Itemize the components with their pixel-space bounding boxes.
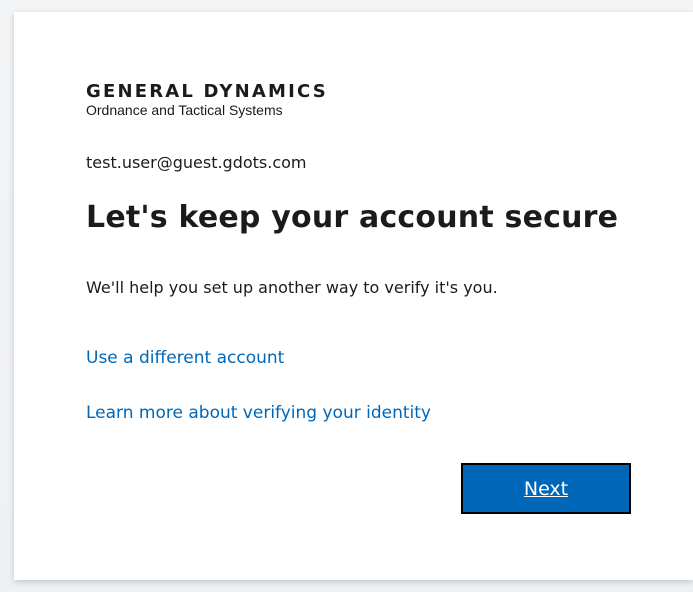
use-different-account-link[interactable]: Use a different account [86,348,284,368]
company-logo: GENERAL DYNAMICS Ordnance and Tactical S… [86,81,328,119]
next-button[interactable]: Next [461,463,631,514]
signin-card: GENERAL DYNAMICS Ordnance and Tactical S… [14,12,693,580]
page-background: GENERAL DYNAMICS Ordnance and Tactical S… [0,0,693,592]
company-logo-name: GENERAL DYNAMICS [86,81,328,102]
page-title: Let's keep your account secure [86,200,619,235]
learn-more-verification-link[interactable]: Learn more about verifying your identity [86,403,431,423]
company-logo-division: Ordnance and Tactical Systems [86,102,283,118]
page-description: We'll help you set up another way to ver… [86,278,498,297]
account-identity: test.user@guest.gdots.com [86,153,307,172]
